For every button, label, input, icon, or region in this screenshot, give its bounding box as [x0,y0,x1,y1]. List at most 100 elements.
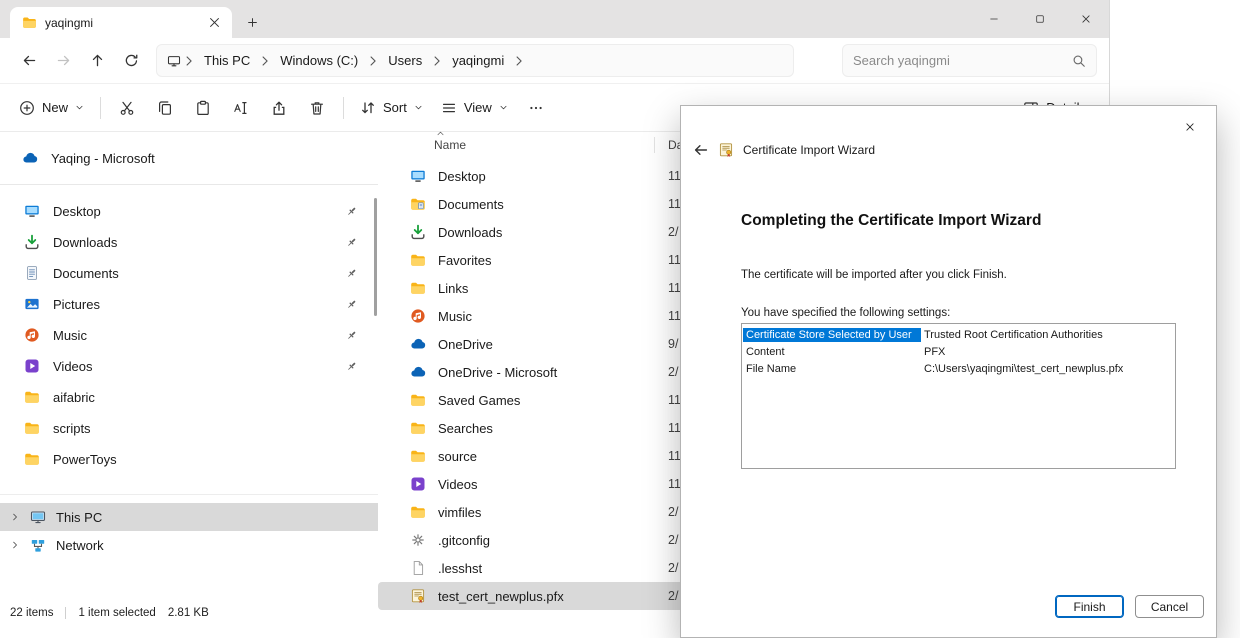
search-box[interactable] [842,44,1097,77]
sidebar-scrollbar[interactable] [374,198,377,316]
new-button[interactable]: New [10,90,93,126]
this-pc-icon [167,54,181,68]
file-name: test_cert_newplus.pfx [438,589,668,604]
sort-button[interactable]: Sort [351,90,432,126]
paste-button[interactable] [184,90,222,126]
pc-icon [30,509,46,525]
sidebar-item-label: Yaqing - Microsoft [51,151,155,166]
tab-title: yaqingmi [45,16,196,30]
chevron-right-icon[interactable] [10,512,20,522]
wizard-body-text: The certificate will be imported after y… [741,269,1007,281]
folder-icon [24,389,40,405]
breadcrumb-item-users[interactable]: Users [381,50,429,71]
more-options-button[interactable] [517,90,555,126]
file-name: Music [438,309,668,324]
file-name: Saved Games [438,393,668,408]
selection-size: 2.81 KB [168,607,209,619]
sidebar-item-label: Music [53,328,87,343]
navigation-bar: This PC Windows (C:) Users yaqingmi [0,38,1109,84]
pin-icon [345,298,358,311]
sort-ascending-icon [436,129,445,138]
refresh-button[interactable] [114,45,148,77]
column-divider[interactable] [654,137,655,153]
dialog-close-button[interactable] [1174,115,1206,139]
sidebar-item-downloads[interactable]: Downloads [0,227,370,257]
pictures-icon [24,296,40,312]
column-header-name[interactable]: Name [434,138,466,152]
setting-value: C:\Users\yaqingmi\test_cert_newplus.pfx [921,363,1123,375]
maximize-button[interactable] [1017,0,1063,38]
breadcrumb: This PC Windows (C:) Users yaqingmi [197,50,527,71]
file-date: 9/ [668,337,678,351]
desktop-icon [410,168,426,184]
breadcrumb-item-yaqingmi[interactable]: yaqingmi [445,50,511,71]
sidebar-item-desktop[interactable]: Desktop [0,196,370,226]
file-name: Videos [438,477,668,492]
up-button[interactable] [80,45,114,77]
network-icon [30,537,46,553]
file-date: 2/ [668,365,678,379]
gear-icon [410,532,426,548]
share-button[interactable] [260,90,298,126]
tab-close-icon[interactable] [204,13,224,33]
sidebar-item-label: Desktop [53,204,101,219]
settings-row[interactable]: ContentPFX [742,343,1175,360]
file-name: Favorites [438,253,668,268]
search-icon [1072,54,1086,68]
finish-button[interactable]: Finish [1055,595,1124,618]
breadcrumb-item-this-pc[interactable]: This PC [197,50,257,71]
sidebar-item-label: Downloads [53,235,117,250]
dialog-title: Certificate Import Wizard [743,143,875,157]
sidebar-item-pictures[interactable]: Pictures [0,289,370,319]
view-button[interactable]: View [432,90,517,126]
sidebar-item-music[interactable]: Music [0,320,370,350]
cancel-button[interactable]: Cancel [1135,595,1204,618]
sidebar-item-network[interactable]: Network [0,531,378,559]
close-button[interactable] [1063,0,1109,38]
rename-button[interactable] [222,90,260,126]
explorer-tab[interactable]: yaqingmi [10,7,232,38]
setting-key: Content [743,345,921,359]
view-icon [441,100,457,116]
onedrive-cloud-icon [22,150,38,166]
sidebar-item-onedrive[interactable]: Yaqing - Microsoft [0,143,370,173]
minimize-button[interactable] [971,0,1017,38]
file-name: Documents [438,197,668,212]
settings-table[interactable]: Certificate Store Selected by UserTruste… [741,323,1176,469]
pin-icon [345,360,358,373]
delete-button[interactable] [298,90,336,126]
document-icon [24,265,40,281]
view-button-label: View [464,100,492,115]
sidebar-item-scripts[interactable]: scripts [0,413,370,443]
sidebar-item-documents[interactable]: Documents [0,258,370,288]
folder-icon [410,420,426,436]
dialog-header: Certificate Import Wizard [693,142,875,158]
breadcrumb-item-windows-c[interactable]: Windows (C:) [273,50,365,71]
settings-row[interactable]: Certificate Store Selected by UserTruste… [742,326,1175,343]
file-name: Links [438,281,668,296]
new-tab-button[interactable] [238,8,266,36]
toolbar-divider [100,97,101,119]
settings-row[interactable]: File NameC:\Users\yaqingmi\test_cert_new… [742,360,1175,377]
sidebar-item-videos[interactable]: Videos [0,351,370,381]
sidebar-item-powertoys[interactable]: PowerToys [0,444,370,474]
cut-button[interactable] [108,90,146,126]
chevron-down-icon [499,103,508,112]
file-date: 2/ [668,533,678,547]
sidebar-item-aifabric[interactable]: aifabric [0,382,370,412]
forward-button[interactable] [46,45,80,77]
tab-bar: yaqingmi [0,0,1109,38]
back-button[interactable] [12,45,46,77]
search-input[interactable] [853,53,1072,68]
copy-button[interactable] [146,90,184,126]
address-bar[interactable]: This PC Windows (C:) Users yaqingmi [156,44,794,77]
sidebar: Yaqing - Microsoft Desktop Downloads Docum… [0,132,378,605]
folder-doc-icon [410,196,426,212]
folder-icon [24,451,40,467]
folder-icon [24,420,40,436]
wizard-back-button[interactable] [693,142,709,158]
items-count: 22 items [10,607,53,619]
setting-key: Certificate Store Selected by User [743,328,921,342]
chevron-right-icon[interactable] [10,540,20,550]
sidebar-item-this-pc[interactable]: This PC [0,503,378,531]
